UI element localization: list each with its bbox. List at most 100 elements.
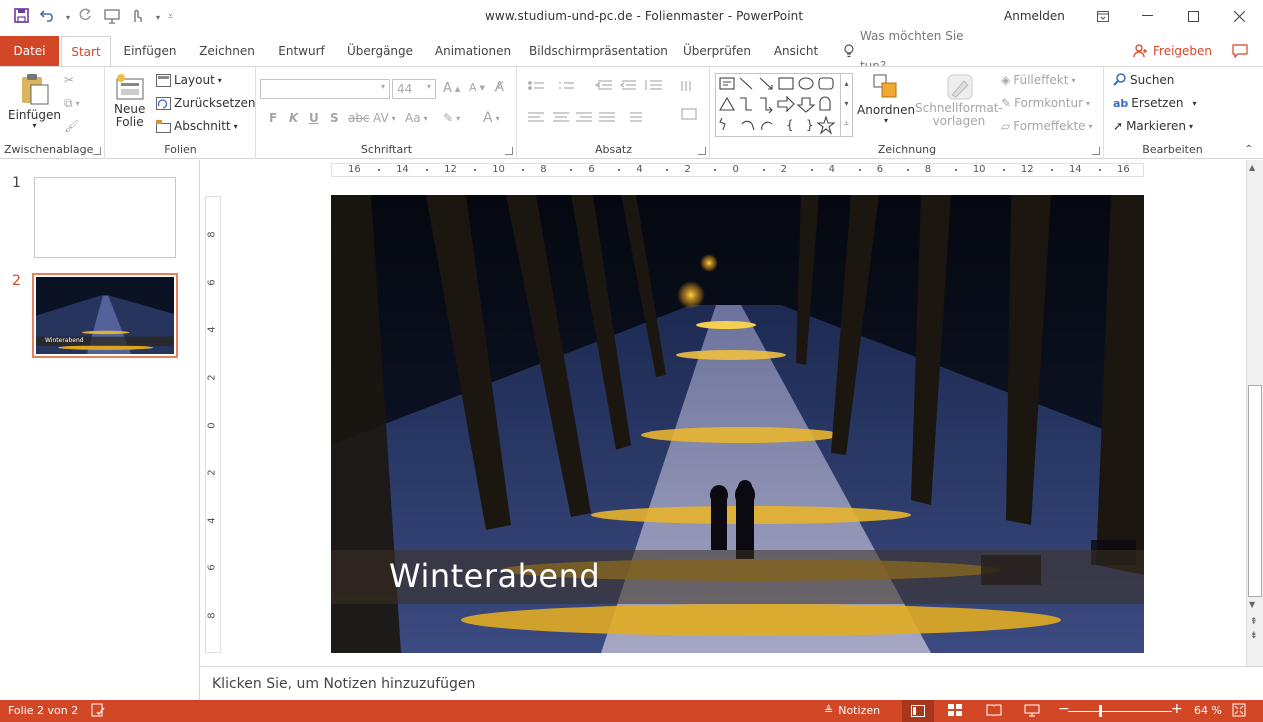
font-launcher-icon[interactable] [505,147,513,155]
vertical-scrollbar[interactable]: ▲ ▼ ⇞ ⇟ [1246,160,1263,666]
drawing-launcher-icon[interactable] [1092,147,1100,155]
svg-text:}: } [806,118,814,132]
touch-mode-icon[interactable] [130,8,148,26]
section-label: Abschnitt [174,119,231,133]
shapes-scroll-icon[interactable]: ▴ ▾ ⩡ [840,74,852,136]
tab-file[interactable]: Datei [0,36,59,66]
font-color-icon[interactable]: A ▾ [483,110,500,126]
tab-home[interactable]: Start [61,36,111,67]
strikethrough-button[interactable]: abc [348,111,370,125]
v-ruler-tick-label: 6 [206,564,218,572]
h-ruler-tick-label: 6 [588,164,595,175]
reset-button[interactable]: Zurücksetzen [156,96,256,110]
touch-dropdown-icon[interactable]: ▾ [156,13,160,22]
customize-qat-icon[interactable]: ⩡ [168,12,173,22]
undo-dropdown-icon[interactable]: ▾ [66,13,70,22]
shape-fill-button[interactable]: ◈ Fülleffekt ▾ [1001,73,1075,87]
redo-icon[interactable] [78,8,96,26]
next-slide-icon[interactable]: ⇟ [1250,630,1258,642]
comments-icon[interactable] [1228,36,1252,66]
signin-link[interactable]: Anmelden [1004,9,1065,23]
reading-view-icon[interactable] [986,704,1002,719]
highlight-icon[interactable]: ✎ ▾ [443,111,460,125]
layout-button[interactable]: Layout ▾ [156,73,222,87]
tab-design[interactable]: Entwurf [273,36,330,66]
slide-canvas[interactable]: Winterabend [331,195,1144,653]
format-painter-icon[interactable]: 🖌 [64,119,79,133]
fit-to-window-icon[interactable] [1232,703,1246,720]
tab-view[interactable]: Ansicht [768,36,824,66]
paragraph-controls-icon[interactable] [526,79,706,139]
bold-button[interactable]: F [269,111,277,125]
shadow-button[interactable]: S [330,111,339,125]
slideshow-view-icon[interactable] [1024,704,1040,720]
thumbnail-slide-2[interactable]: Winterabend [32,273,178,358]
group-label-paragraph: Absatz [594,143,633,156]
shape-fill-label: Fülleffekt [1013,73,1069,87]
zoom-in-icon[interactable]: + [1171,701,1183,717]
replace-button[interactable]: ab Ersetzen ▾ [1113,96,1196,110]
paste-button[interactable]: Einfügen ▾ [8,72,61,130]
section-button[interactable]: Abschnitt ▾ [156,119,238,133]
font-family-select[interactable]: ▾ [260,79,390,99]
paragraph-launcher-icon[interactable] [698,147,706,155]
zoom-slider[interactable] [1068,711,1172,712]
grow-font-icon[interactable]: A ▲ [443,81,460,96]
scroll-up-icon[interactable]: ▲ [1249,163,1255,172]
select-button[interactable]: ➚ Markieren ▾ [1113,119,1193,133]
thumbnail-slide-1[interactable] [34,177,176,258]
find-button[interactable]: Suchen [1113,73,1174,87]
prev-slide-icon[interactable]: ⇞ [1250,616,1258,628]
quick-styles-label-1: Schnellformat- [915,101,1003,115]
person-icon [1133,44,1147,58]
shapes-gallery[interactable]: {} ▴ ▾ ⩡ [715,73,853,137]
h-ruler-dot [522,169,525,171]
spellcheck-icon[interactable] [91,703,105,720]
h-ruler-tick-label: 10 [492,164,505,175]
presentation-start-icon[interactable] [104,8,122,26]
notes-toggle-button[interactable]: ≜ Notizen [824,704,880,717]
paste-dropdown-icon: ▾ [32,121,37,130]
v-ruler-tick-label: 0 [206,421,218,429]
zoom-out-icon[interactable]: − [1058,701,1070,717]
tab-draw[interactable]: Zeichnen [194,36,260,66]
font-size-select[interactable]: 44 ▾ [392,79,436,99]
tab-transitions[interactable]: Übergänge [342,36,418,66]
tab-insert[interactable]: Einfügen [119,36,181,66]
minimize-icon[interactable] [1132,4,1162,28]
scroll-down-icon[interactable]: ▼ [1249,600,1255,609]
undo-icon[interactable] [39,8,58,26]
share-button[interactable]: Freigeben [1133,36,1213,66]
cut-icon[interactable]: ✂ [64,73,74,87]
zoom-level[interactable]: 64 % [1194,704,1222,717]
ribbon-display-icon[interactable] [1088,4,1118,28]
shrink-font-icon[interactable]: A ▼ [469,81,485,94]
maximize-icon[interactable] [1178,4,1208,28]
quick-styles-button[interactable]: Schnellformat- vorlagen [915,73,1003,128]
zoom-slider-thumb[interactable] [1099,705,1103,717]
tab-slideshow[interactable]: Bildschirmpräsentation [529,36,668,66]
underline-button[interactable]: U [309,111,319,125]
slide-title[interactable]: Winterabend [389,557,600,595]
normal-view-icon[interactable] [902,700,934,722]
collapse-ribbon-icon[interactable]: ⌃ [1245,144,1253,155]
italic-button[interactable]: K [289,111,298,125]
arrange-button[interactable]: Anordnen ▾ [857,73,915,125]
shape-outline-button[interactable]: ✎ Formkontur ▾ [1001,96,1090,110]
notes-icon: ≜ [824,704,834,717]
new-slide-button[interactable]: Neue Folie [114,73,145,129]
shape-effects-button[interactable]: ▱ Formeffekte ▾ [1001,119,1093,133]
change-case-button[interactable]: Aa ▾ [405,111,428,125]
notes-pane[interactable]: Klicken Sie, um Notizen hinzuzufügen [201,666,1263,700]
tab-animations[interactable]: Animationen [430,36,516,66]
scroll-thumb[interactable] [1248,385,1262,597]
tab-review[interactable]: Überprüfen [678,36,756,66]
tell-me-box[interactable]: Was möchten Sie tun? [843,29,993,73]
char-spacing-button[interactable]: AV ▾ [373,111,396,125]
close-icon[interactable] [1224,4,1254,28]
copy-icon[interactable]: ⧉ ▾ [64,96,80,111]
slide-sorter-icon[interactable] [948,704,962,719]
save-icon[interactable] [14,8,32,26]
clipboard-launcher-icon[interactable] [93,147,101,155]
clear-format-icon[interactable]: A̸ [495,80,504,95]
